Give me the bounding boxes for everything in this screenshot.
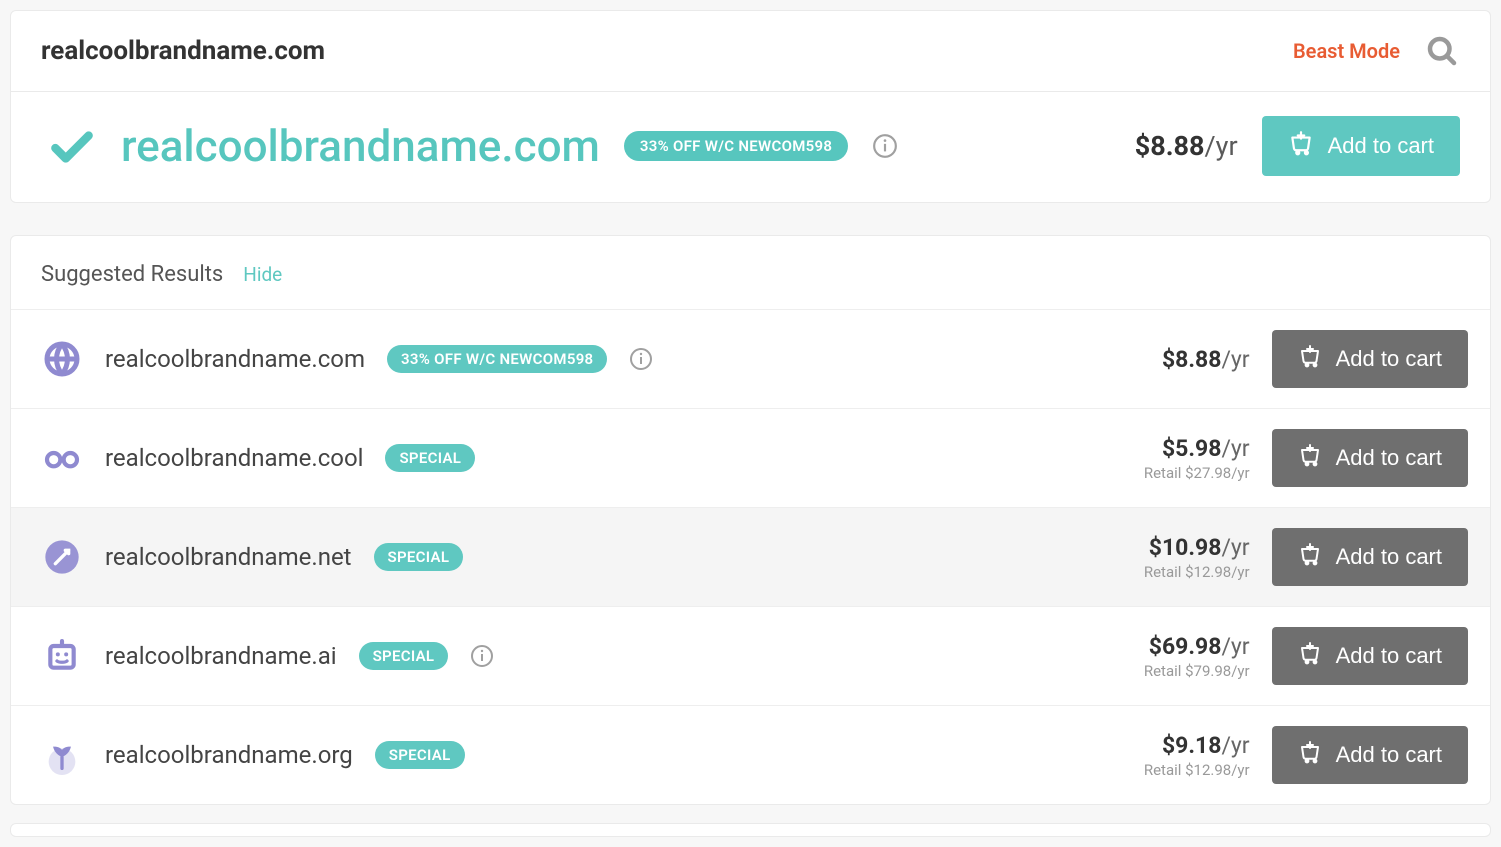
price-period: /yr [1221, 435, 1249, 462]
info-icon[interactable] [629, 347, 653, 371]
result-badge: SPECIAL [359, 642, 449, 670]
add-to-cart-button[interactable]: Add to cart [1272, 429, 1468, 487]
add-to-cart-label: Add to cart [1336, 742, 1442, 768]
price-value: $8.88 [1162, 346, 1221, 373]
result-badge: SPECIAL [375, 741, 465, 769]
price-period: /yr [1221, 732, 1249, 759]
result-row: realcoolbrandname.cool SPECIAL $5.98/yr Ret… [11, 408, 1490, 507]
primary-add-to-cart-button[interactable]: Add to cart [1262, 116, 1460, 176]
cart-icon [1298, 443, 1322, 473]
price-value: $10.98 [1149, 534, 1222, 561]
add-to-cart-label: Add to cart [1336, 346, 1442, 372]
add-to-cart-label: Add to cart [1336, 445, 1442, 471]
cart-icon [1298, 344, 1322, 374]
robot-icon [41, 635, 83, 677]
cart-icon [1288, 130, 1314, 162]
result-badge: SPECIAL [385, 444, 475, 472]
result-price-column: $69.98/yr Retail $79.98/yr [1144, 633, 1250, 680]
add-to-cart-button[interactable]: Add to cart [1272, 330, 1468, 388]
primary-price: $8.88/yr [1135, 130, 1238, 162]
add-to-cart-button[interactable]: Add to cart [1272, 528, 1468, 586]
price-period: /yr [1221, 534, 1249, 561]
add-to-cart-label: Add to cart [1328, 133, 1434, 159]
plant-icon [41, 734, 83, 776]
result-domain-name: realcoolbrandname.com [105, 345, 365, 373]
cart-icon [1298, 740, 1322, 770]
retail-price: Retail $79.98/yr [1144, 662, 1250, 680]
result-domain-name: realcoolbrandname.cool [105, 444, 363, 472]
result-row: realcoolbrandname.ai SPECIAL $69.98/yr Reta… [11, 606, 1490, 705]
info-icon[interactable] [872, 133, 898, 159]
next-panel-peek [10, 823, 1491, 837]
result-domain-name: realcoolbrandname.net [105, 543, 352, 571]
search-panel: realcoolbrandname.com Beast Mode realcoo… [10, 10, 1491, 203]
price-value: $8.88 [1135, 130, 1205, 162]
glasses-icon [41, 437, 83, 479]
result-row: realcoolbrandname.com 33% OFF W/C NEWCOM5… [11, 309, 1490, 408]
beast-mode-link[interactable]: Beast Mode [1293, 39, 1400, 63]
hide-results-link[interactable]: Hide [243, 263, 282, 286]
retail-price: Retail $12.98/yr [1144, 761, 1250, 779]
price-value: $9.18 [1162, 732, 1221, 759]
retail-price: Retail $12.98/yr [1144, 563, 1250, 581]
price-period: /yr [1221, 346, 1249, 373]
search-query-text: realcoolbrandname.com [41, 36, 325, 66]
result-price-column: $9.18/yr Retail $12.98/yr [1144, 732, 1250, 779]
search-header-actions: Beast Mode [1293, 33, 1460, 69]
price-value: $5.98 [1162, 435, 1221, 462]
result-badge: 33% OFF W/C NEWCOM598 [387, 345, 607, 373]
promo-badge: 33% OFF W/C NEWCOM598 [624, 131, 848, 161]
results-header: Suggested Results Hide [11, 236, 1490, 309]
add-to-cart-label: Add to cart [1336, 643, 1442, 669]
result-domain-name: realcoolbrandname.org [105, 741, 353, 769]
result-price-column: $5.98/yr Retail $27.98/yr [1144, 435, 1250, 482]
result-badge: SPECIAL [374, 543, 464, 571]
globe-icon [41, 338, 83, 380]
price-value: $69.98 [1149, 633, 1222, 660]
cart-icon [1298, 542, 1322, 572]
add-to-cart-button[interactable]: Add to cart [1272, 726, 1468, 784]
result-domain-name: realcoolbrandname.ai [105, 642, 337, 670]
rocket-icon [41, 536, 83, 578]
result-row: realcoolbrandname.net SPECIAL $10.98/yr Ret… [11, 507, 1490, 606]
cart-icon [1298, 641, 1322, 671]
primary-domain-name: realcoolbrandname.com [121, 120, 600, 172]
checkmark-icon [47, 121, 97, 171]
search-header: realcoolbrandname.com Beast Mode [11, 11, 1490, 92]
info-icon[interactable] [470, 644, 494, 668]
results-title: Suggested Results [41, 262, 223, 287]
search-icon[interactable] [1424, 33, 1460, 69]
price-period: /yr [1205, 130, 1238, 162]
result-row: realcoolbrandname.org SPECIAL $9.18/yr Reta… [11, 705, 1490, 804]
add-to-cart-button[interactable]: Add to cart [1272, 627, 1468, 685]
add-to-cart-label: Add to cart [1336, 544, 1442, 570]
result-price-column: $8.88/yr [1162, 346, 1250, 373]
retail-price: Retail $27.98/yr [1144, 464, 1250, 482]
suggested-results-panel: Suggested Results Hide realcoolbrandname… [10, 235, 1491, 805]
primary-result-row: realcoolbrandname.com 33% OFF W/C NEWCOM… [11, 92, 1490, 202]
price-period: /yr [1221, 633, 1249, 660]
result-price-column: $10.98/yr Retail $12.98/yr [1144, 534, 1250, 581]
